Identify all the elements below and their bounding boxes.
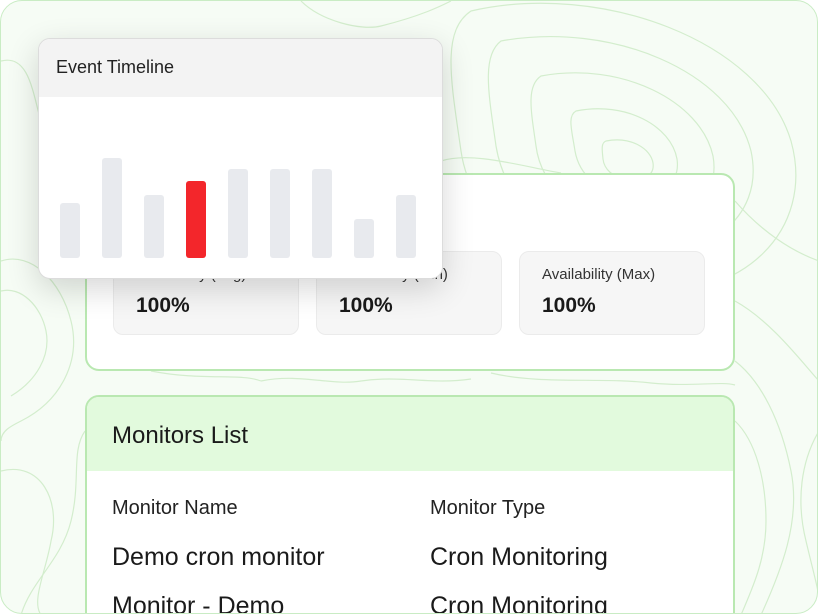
event-timeline-title: Event Timeline	[56, 57, 175, 77]
stat-value: 100%	[542, 294, 596, 317]
monitor-name-cell[interactable]: Demo cron monitor	[112, 543, 325, 572]
timeline-bar[interactable]	[102, 158, 122, 258]
monitor-name-cell[interactable]: Monitor - Demo	[112, 592, 284, 613]
app-frame: Availability (Avg) 100% Availability (Mi…	[0, 0, 818, 614]
column-header-monitor-type: Monitor Type	[430, 497, 546, 519]
stat-label: Availability (Max)	[542, 266, 656, 283]
timeline-bar[interactable]	[144, 195, 164, 258]
monitor-type-cell: Cron Monitoring	[430, 592, 608, 614]
stat-value: 100%	[339, 294, 393, 317]
event-timeline-popup: Event Timeline	[38, 38, 443, 279]
timeline-bar[interactable]	[312, 169, 332, 258]
event-timeline-chart	[60, 158, 416, 258]
timeline-bar[interactable]	[60, 203, 80, 258]
monitors-list-card: Monitors List Monitor Name Monitor Type …	[85, 395, 735, 614]
monitors-list-header: Monitors List	[87, 397, 733, 471]
monitor-type-cell: Cron Monitoring	[430, 543, 608, 571]
timeline-bar-highlighted[interactable]	[186, 181, 206, 258]
monitors-list-title: Monitors List	[112, 422, 249, 449]
column-header-monitor-name: Monitor Name	[112, 497, 238, 519]
stat-value: 100%	[136, 294, 190, 317]
timeline-bar[interactable]	[354, 219, 374, 258]
timeline-bar[interactable]	[270, 169, 290, 258]
timeline-bar[interactable]	[396, 195, 416, 258]
availability-max-stat: Availability (Max) 100%	[519, 251, 705, 335]
event-timeline-header: Event Timeline	[39, 39, 442, 97]
timeline-bar[interactable]	[228, 169, 248, 258]
